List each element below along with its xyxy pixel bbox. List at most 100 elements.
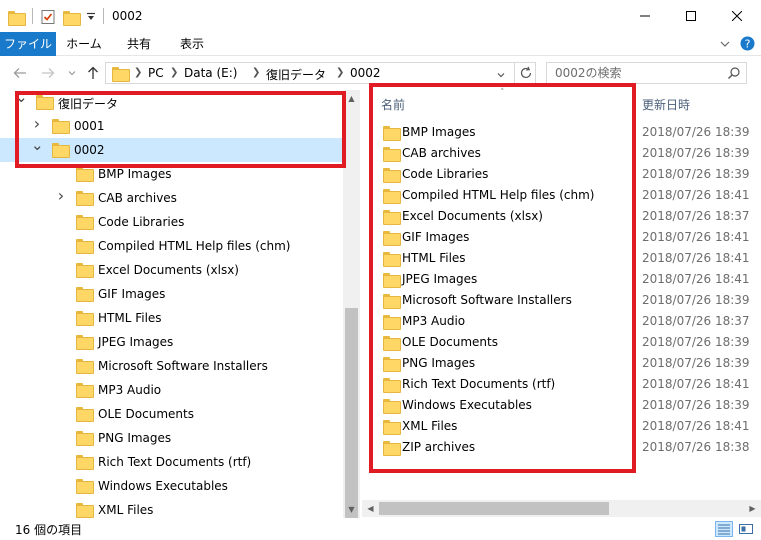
folder-icon bbox=[76, 407, 94, 423]
new-folder-icon[interactable] bbox=[63, 8, 81, 26]
tree-item-label: Rich Text Documents (rtf) bbox=[98, 455, 252, 469]
divider bbox=[32, 8, 33, 24]
tree-item-label: Compiled HTML Help files (chm) bbox=[98, 239, 291, 253]
file-date: 2018/07/26 18:37 bbox=[642, 209, 750, 223]
file-date: 2018/07/26 18:41 bbox=[642, 377, 750, 391]
address-bar[interactable]: ❯ PC ❯ Data (E:) ❯ 復旧データ ❯ 0002 bbox=[105, 62, 536, 84]
tab-file[interactable]: ファイル bbox=[0, 32, 56, 56]
help-icon[interactable]: ? bbox=[740, 36, 755, 54]
tree-item[interactable]: Microsoft Software Installers bbox=[0, 354, 343, 378]
tree-item[interactable]: GIF Images bbox=[0, 282, 343, 306]
folder-icon bbox=[76, 215, 94, 231]
tree-item[interactable]: XML Files bbox=[0, 498, 343, 518]
tree-item-label: HTML Files bbox=[98, 311, 162, 325]
breadcrumb-pc[interactable]: PC bbox=[148, 66, 164, 80]
chevron-down-icon[interactable] bbox=[64, 65, 80, 81]
tree-item[interactable]: OLE Documents bbox=[0, 402, 343, 426]
content-scrollbar[interactable]: ◀ ▶ bbox=[362, 500, 761, 517]
file-date: 2018/07/26 18:39 bbox=[642, 398, 750, 412]
divider bbox=[103, 8, 104, 24]
highlight-box-files bbox=[369, 83, 636, 473]
tree-item[interactable]: Excel Documents (xlsx) bbox=[0, 258, 343, 282]
tree-item-label: OLE Documents bbox=[98, 407, 194, 421]
chevron-down-icon[interactable] bbox=[496, 69, 506, 83]
file-date: 2018/07/26 18:39 bbox=[642, 167, 750, 181]
large-icons-view-icon[interactable] bbox=[737, 521, 755, 537]
search-input[interactable] bbox=[555, 66, 715, 80]
folder-icon bbox=[8, 8, 26, 26]
item-count: 16 個の項目 bbox=[15, 523, 83, 537]
status-bar: 16 個の項目 bbox=[0, 518, 761, 540]
tab-share[interactable]: 共有 bbox=[115, 32, 163, 56]
folder-icon bbox=[112, 67, 130, 83]
file-date: 2018/07/26 18:41 bbox=[642, 230, 750, 244]
chevron-down-icon[interactable] bbox=[86, 8, 96, 26]
tree-item[interactable]: HTML Files bbox=[0, 306, 343, 330]
folder-icon bbox=[76, 311, 94, 327]
file-date: 2018/07/26 18:41 bbox=[642, 272, 750, 286]
tree-item-label: XML Files bbox=[98, 503, 154, 517]
folder-icon bbox=[76, 287, 94, 303]
highlight-box-tree bbox=[15, 91, 346, 168]
chevron-right-icon[interactable]: ❯ bbox=[252, 67, 260, 78]
folder-icon bbox=[76, 479, 94, 495]
folder-icon bbox=[76, 167, 94, 183]
tree-item-label: MP3 Audio bbox=[98, 383, 162, 397]
tree-item-label: JPEG Images bbox=[98, 335, 174, 349]
file-date: 2018/07/26 18:37 bbox=[642, 314, 750, 328]
search-icon[interactable] bbox=[727, 66, 741, 83]
file-date: 2018/07/26 18:41 bbox=[642, 188, 750, 202]
column-header-date[interactable]: 更新日時 bbox=[642, 96, 690, 113]
back-arrow-icon[interactable] bbox=[12, 65, 28, 81]
search-box[interactable] bbox=[546, 62, 747, 84]
tab-home[interactable]: ホーム bbox=[60, 32, 108, 56]
folder-icon bbox=[76, 431, 94, 447]
expand-chevron-right-icon[interactable]: › bbox=[55, 188, 67, 204]
chevron-right-icon[interactable]: ❯ bbox=[170, 67, 178, 78]
up-arrow-icon[interactable] bbox=[85, 65, 101, 81]
tree-item[interactable]: Compiled HTML Help files (chm) bbox=[0, 234, 343, 258]
tree-item[interactable]: › CAB archives bbox=[0, 186, 343, 210]
close-button[interactable] bbox=[714, 0, 760, 32]
tree-item[interactable]: Windows Executables bbox=[0, 474, 343, 498]
minimize-button[interactable] bbox=[622, 0, 668, 32]
tree-item-label: BMP Images bbox=[98, 167, 172, 181]
folder-icon bbox=[76, 335, 94, 351]
window-title: 0002 bbox=[112, 9, 143, 23]
folder-icon bbox=[76, 503, 94, 518]
file-date: 2018/07/26 18:39 bbox=[642, 335, 750, 349]
properties-icon[interactable] bbox=[40, 8, 56, 26]
tree-item[interactable]: MP3 Audio bbox=[0, 378, 343, 402]
folder-icon bbox=[76, 239, 94, 255]
tree-item[interactable]: JPEG Images bbox=[0, 330, 343, 354]
breadcrumb-recovery[interactable]: 復旧データ bbox=[266, 66, 326, 83]
maximize-button[interactable] bbox=[668, 0, 714, 32]
file-date: 2018/07/26 18:41 bbox=[642, 251, 750, 265]
scroll-left-icon[interactable]: ◀ bbox=[362, 500, 379, 517]
forward-arrow-icon[interactable] bbox=[40, 65, 56, 81]
title-bar: 0002 bbox=[0, 0, 761, 32]
tree-item-label: Excel Documents (xlsx) bbox=[98, 263, 239, 277]
ribbon: ファイル ホーム 共有 表示 ? bbox=[0, 32, 761, 56]
details-view-icon[interactable] bbox=[715, 521, 733, 537]
file-date: 2018/07/26 18:39 bbox=[642, 356, 750, 370]
chevron-down-icon[interactable] bbox=[719, 38, 731, 53]
file-date: 2018/07/26 18:41 bbox=[642, 419, 750, 433]
scroll-down-icon[interactable]: ▼ bbox=[343, 501, 360, 518]
folder-icon bbox=[76, 191, 94, 207]
folder-icon bbox=[76, 359, 94, 375]
scrollbar-thumb[interactable] bbox=[345, 308, 358, 518]
chevron-right-icon[interactable]: ❯ bbox=[336, 67, 344, 78]
folder-icon bbox=[76, 383, 94, 399]
refresh-icon[interactable] bbox=[519, 66, 533, 83]
tree-item[interactable]: PNG Images bbox=[0, 426, 343, 450]
svg-text:?: ? bbox=[745, 38, 751, 51]
scroll-right-icon[interactable]: ▶ bbox=[744, 500, 761, 517]
tree-item[interactable]: Rich Text Documents (rtf) bbox=[0, 450, 343, 474]
tree-item[interactable]: Code Libraries bbox=[0, 210, 343, 234]
tab-view[interactable]: 表示 bbox=[168, 32, 216, 56]
breadcrumb-drive[interactable]: Data (E:) bbox=[184, 66, 237, 80]
breadcrumb-current[interactable]: 0002 bbox=[350, 66, 381, 80]
scrollbar-thumb[interactable] bbox=[379, 502, 609, 515]
chevron-right-icon[interactable]: ❯ bbox=[134, 67, 142, 78]
